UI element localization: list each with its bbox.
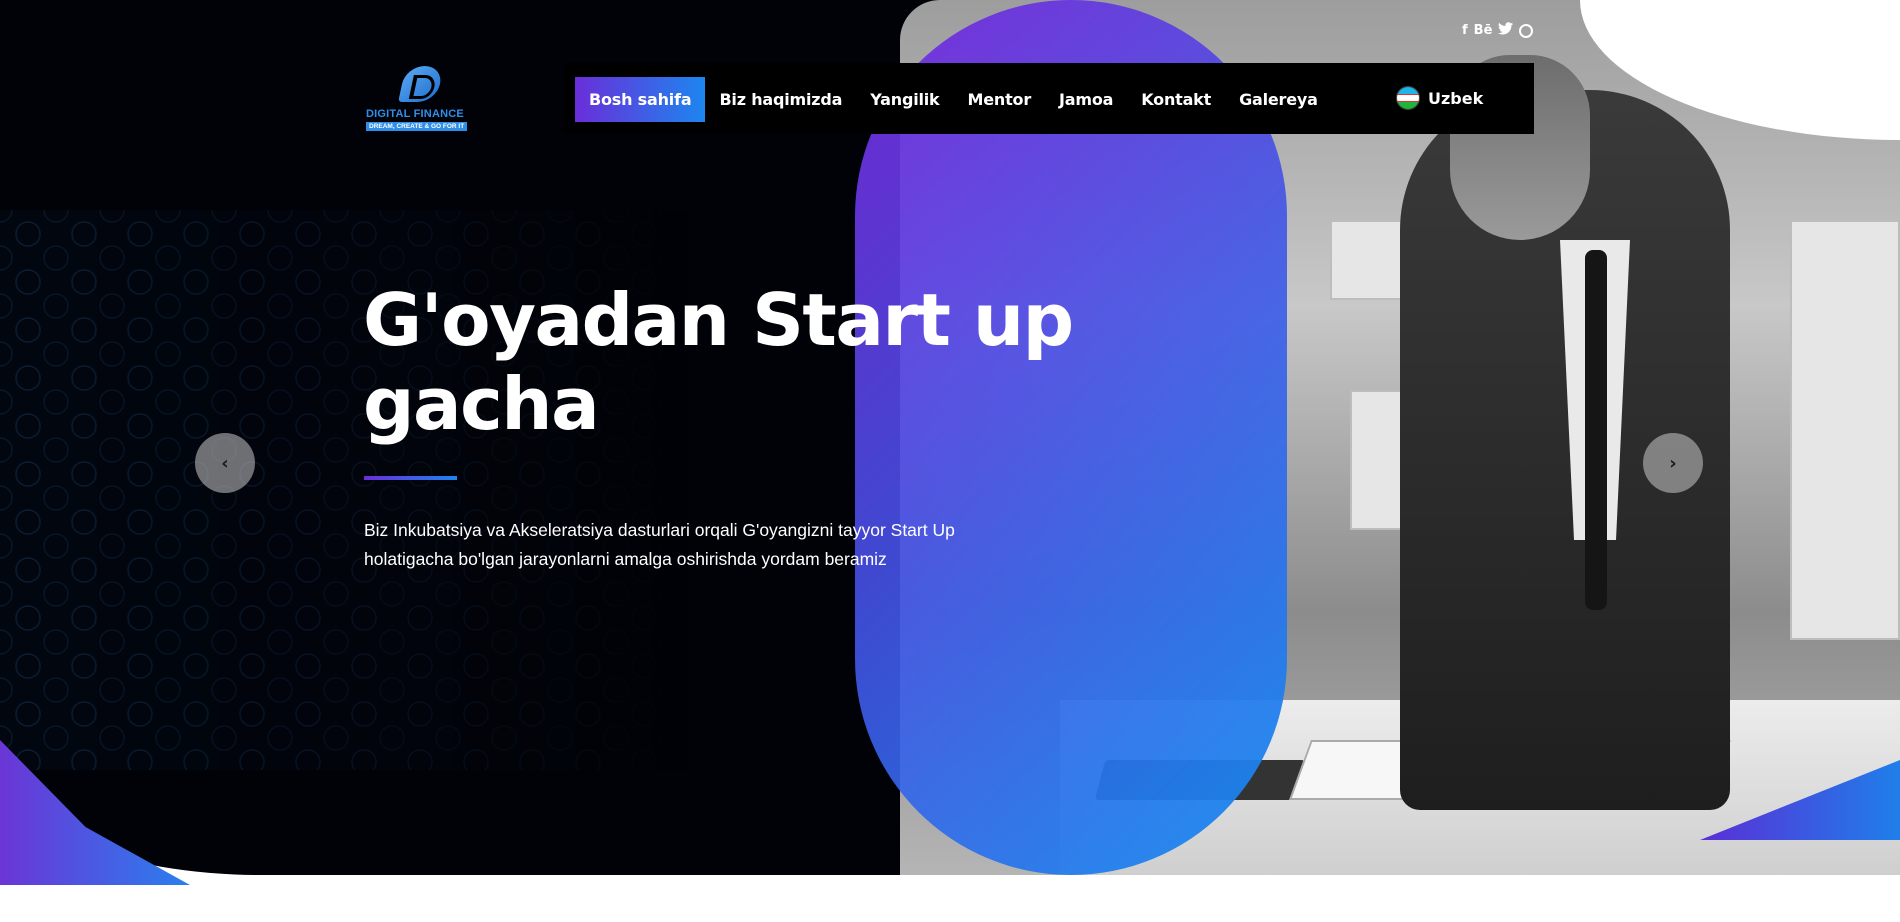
slider-prev-button[interactable]: ‹ [195,433,255,493]
language-label: Uzbek [1428,88,1484,108]
logo-name: DIGITAL FINANCE [366,108,464,120]
slider-next-button[interactable]: › [1643,433,1703,493]
main-menu: Bosh sahifa Biz haqimizda Yangilik Mento… [575,77,1332,122]
nav-item-yangilik[interactable]: Yangilik [856,77,953,122]
hero-title-line1: G'oyadan Start up [363,278,1074,362]
hero-title-line2: gacha [363,362,600,446]
nav-item-kontakt[interactable]: Kontakt [1127,77,1225,122]
behance-icon[interactable]: Bē [1474,23,1493,39]
facebook-icon[interactable]: f [1462,23,1468,39]
nav-item-bosh-sahifa[interactable]: Bosh sahifa [575,77,706,122]
dribbble-icon[interactable] [1519,24,1534,38]
logo-tagline: DREAM, CREATE & GO FOR IT [366,122,468,131]
twitter-icon[interactable] [1498,22,1514,40]
shelf-unit [1790,220,1900,640]
nav-item-biz-haqimizda[interactable]: Biz haqimizda [705,77,856,122]
nav-item-galereya[interactable]: Galereya [1225,77,1332,122]
logo[interactable]: DIGITAL FINANCE DREAM, CREATE & GO FOR I… [362,62,474,138]
person-tie [1585,250,1607,610]
hero-title: G'oyadan Start up gacha [363,278,1083,446]
uzbekistan-flag-icon [1396,86,1420,110]
hero-description: Biz Inkubatsiya va Akseleratsiya dasturl… [364,520,955,569]
nav-item-jamoa[interactable]: Jamoa [1045,77,1127,122]
nav-item-mentor[interactable]: Mentor [954,77,1046,122]
title-divider [364,476,457,480]
social-links: f Bē [1462,22,1534,40]
logo-mark-icon [398,66,444,102]
chevron-left-icon: ‹ [221,452,229,474]
chevron-right-icon: › [1669,452,1677,474]
language-selector[interactable]: Uzbek [1396,86,1483,110]
